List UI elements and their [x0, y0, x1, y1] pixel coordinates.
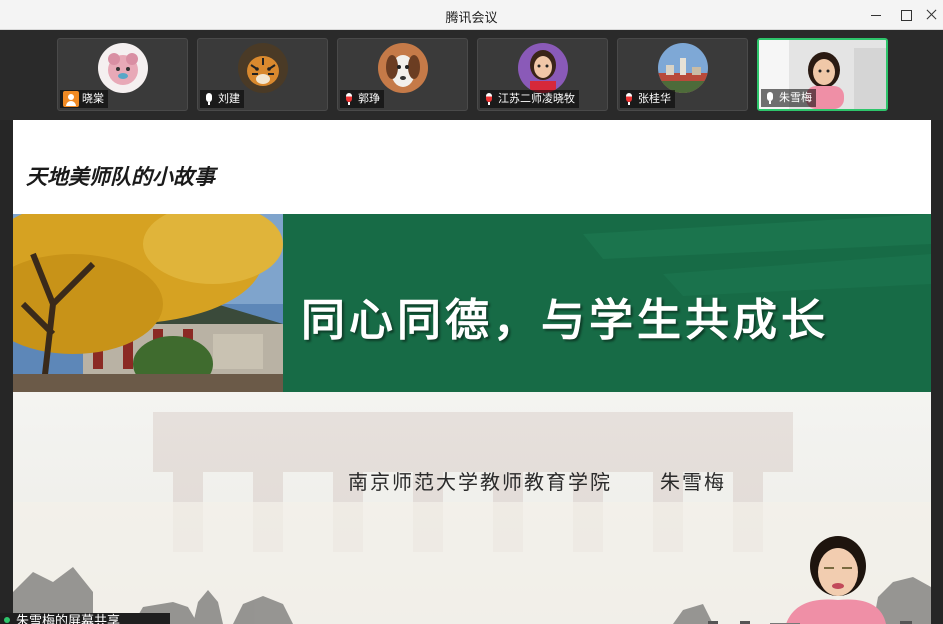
participant-name-tag: 江苏二师凌晓牧: [480, 90, 579, 108]
tiger-avatar: [238, 43, 288, 93]
participant-tile[interactable]: 张桂华: [617, 38, 748, 111]
participant-name: 朱雪梅: [779, 91, 812, 104]
mic-icon[interactable]: [623, 92, 635, 106]
participant-name-tag: 刘建: [200, 90, 244, 108]
presenter-info: 南京师范大学教师教育学院 朱雪梅: [348, 466, 726, 495]
woman-avatar: [518, 43, 568, 93]
participant-name: 张桂华: [638, 92, 671, 105]
bottom-toolbar-peek: [700, 614, 930, 624]
user-icon: [63, 91, 79, 107]
left-margin: [0, 120, 13, 624]
close-icon[interactable]: [921, 5, 941, 25]
campus-photo: [13, 194, 283, 393]
participant-name-tag: 张桂华: [620, 90, 675, 108]
slide-banner-title: 同心同德，与学生共成长: [301, 295, 829, 346]
presenter-video[interactable]: [786, 530, 886, 624]
pink-plush-avatar: [98, 43, 148, 93]
participant-tile[interactable]: 江苏二师凌晓牧: [477, 38, 608, 111]
participant-name: 江苏二师凌晓牧: [498, 92, 575, 105]
right-margin: [931, 120, 943, 624]
participant-name: 郭琤: [358, 92, 380, 105]
meeting-window: 腾讯会议 晓棠 刘建 郭琤 江苏二师凌晓牧 张桂华 朱雪梅 天地美师队的小故事 …: [0, 0, 943, 624]
mic-icon[interactable]: [764, 91, 776, 105]
participant-tile[interactable]: 晓棠: [57, 38, 188, 111]
window-title: 腾讯会议: [445, 11, 498, 26]
maximize-icon[interactable]: [896, 5, 916, 25]
participant-name-tag: 朱雪梅: [761, 89, 816, 107]
mic-icon[interactable]: [483, 92, 495, 106]
title-bar: 腾讯会议: [0, 0, 943, 30]
mic-icon[interactable]: [203, 92, 215, 106]
city-avatar: [658, 43, 708, 93]
participant-name: 刘建: [218, 92, 240, 105]
participant-tile-active[interactable]: 朱雪梅: [757, 38, 888, 111]
participant-tile[interactable]: 刘建: [197, 38, 328, 111]
slide-banner: 同心同德，与学生共成长: [283, 214, 931, 392]
participant-name: 晓棠: [82, 92, 104, 105]
institution-name: 南京师范大学教师教育学院: [348, 470, 612, 494]
participant-name-tag: 郭琤: [340, 90, 384, 108]
presenter-name: 朱雪梅: [660, 470, 726, 494]
slide-header: 天地美师队的小故事: [13, 120, 931, 214]
minimize-icon[interactable]: [866, 5, 886, 25]
dog-avatar: [378, 43, 428, 93]
participant-strip: 晓棠 刘建 郭琤 江苏二师凌晓牧 张桂华 朱雪梅: [0, 30, 943, 120]
screen-share-bar[interactable]: 朱雪梅的屏幕共享: [0, 613, 170, 624]
participant-tile[interactable]: 郭琤: [337, 38, 468, 111]
participant-name-tag: 晓棠: [60, 90, 108, 108]
screen-share-label: 朱雪梅的屏幕共享: [0, 613, 170, 624]
slide-section-title: 天地美师队的小故事: [26, 165, 215, 189]
mic-icon[interactable]: [343, 92, 355, 106]
